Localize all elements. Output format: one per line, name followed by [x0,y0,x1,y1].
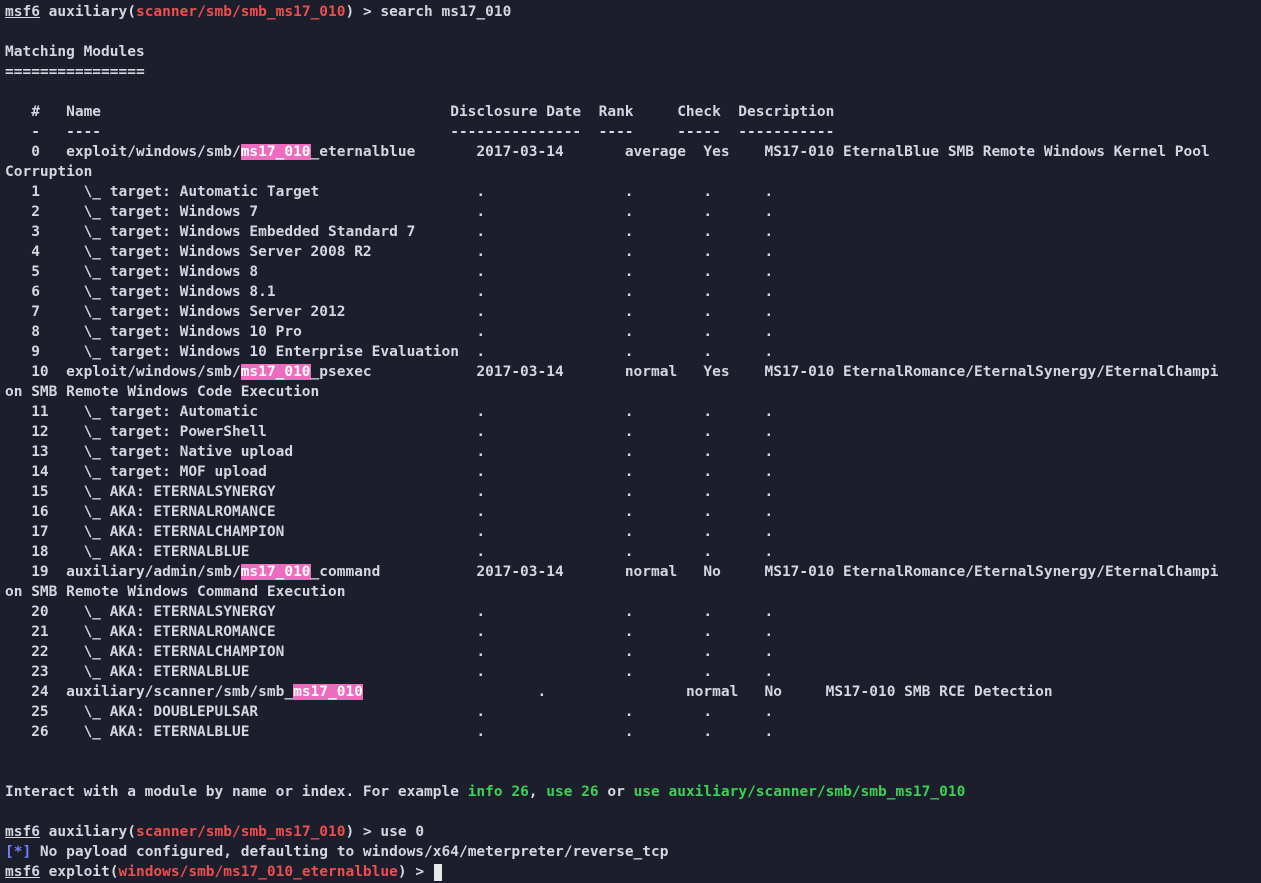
prompt-suffix: ) > [345,824,381,840]
table-row: 24 auxiliary/scanner/smb/smb_ms17_010 . … [5,682,1053,702]
info-text: No payload configured, defaulting to win… [31,844,669,860]
prompt-msf: msf6 [5,864,40,880]
table-row: 20 \_ AKA: ETERNALSYNERGY . . . . [5,604,774,620]
info-tag: [*] [5,844,32,860]
section-title: Matching Modules [5,44,145,60]
row-text-after: _eternalblue 2017-03-14 average Yes MS17… [310,144,1210,160]
hint-sep: , [528,784,547,800]
prompt-line-use: msf6 auxiliary(scanner/smb/smb_ms17_010)… [5,822,424,842]
table-row: 3 \_ target: Windows Embedded Standard 7… [5,224,774,240]
hint-or: or [598,784,634,800]
table-row: Corruption [5,164,93,180]
table-row: 23 \_ AKA: ETERNALBLUE . . . . [5,664,774,680]
prompt-module-path: windows/smb/ms17_010_eternalblue [118,864,398,880]
table-row: 11 \_ target: Automatic . . . . [5,404,774,420]
table-row: 21 \_ AKA: ETERNALROMANCE . . . . [5,624,774,640]
prompt-command: use 0 [380,824,425,840]
prompt-module-path: scanner/smb/smb_ms17_010 [135,4,346,20]
terminal-window[interactable]: msf6 auxiliary(scanner/smb/smb_ms17_010)… [0,0,1261,883]
prompt-suffix: ) > [397,864,433,880]
table-row: 16 \_ AKA: ETERNALROMANCE . . . . [5,504,774,520]
table-row: 14 \_ target: MOF upload . . . . [5,464,774,480]
table-row: 6 \_ target: Windows 8.1 . . . . [5,284,774,300]
prompt-line-current[interactable]: msf6 exploit(windows/smb/ms17_010_eterna… [5,862,442,882]
section-rule: ================ [5,64,145,80]
table-header-underline: - ---- --------------- ---- ----- ------… [5,124,835,140]
table-row: 1 \_ target: Automatic Target . . . . [5,184,774,200]
row-text-after: _command 2017-03-14 normal No MS17-010 E… [310,564,1219,580]
table-row: 7 \_ target: Windows Server 2012 . . . . [5,304,774,320]
table-row: 9 \_ target: Windows 10 Enterprise Evalu… [5,344,774,360]
table-row: 12 \_ target: PowerShell . . . . [5,424,774,440]
example-use-module: use auxiliary/scanner/smb/smb_ms17_010 [633,784,966,800]
prompt-module-type: exploit( [48,864,119,880]
table-row: 26 \_ AKA: ETERNALBLUE . . . . [5,724,774,740]
row-text-before: 24 auxiliary/scanner/smb/smb_ [5,684,294,700]
prompt-module-path: scanner/smb/smb_ms17_010 [135,824,346,840]
table-row: 17 \_ AKA: ETERNALCHAMPION . . . . [5,524,774,540]
example-info-26: info 26 [467,784,529,800]
table-row: 13 \_ target: Native upload . . . . [5,444,774,460]
info-message: [*] No payload configured, defaulting to… [5,842,668,862]
table-row: 2 \_ target: Windows 7 . . . . [5,204,774,220]
interact-hint: Interact with a module by name or index.… [5,782,965,802]
table-row: 4 \_ target: Windows Server 2008 R2 . . … [5,244,774,260]
prompt-module-type: auxiliary( [48,824,136,840]
row-text-before: 0 exploit/windows/smb/ [5,144,241,160]
table-row: 22 \_ AKA: ETERNALCHAMPION . . . . [5,644,774,660]
table-row: 8 \_ target: Windows 10 Pro . . . . [5,324,774,340]
table-row: 0 exploit/windows/smb/ms17_010_eternalbl… [5,142,1210,162]
table-row: 18 \_ AKA: ETERNALBLUE . . . . [5,544,774,560]
prompt-msf: msf6 [5,4,40,20]
row-text-before: 19 auxiliary/admin/smb/ [5,564,241,580]
table-row: 10 exploit/windows/smb/ms17_010_psexec 2… [5,362,1218,382]
row-text-after: _psexec 2017-03-14 normal Yes MS17-010 E… [310,364,1219,380]
search-match-highlight: ms17_010 [240,564,311,580]
table-row: 15 \_ AKA: ETERNALSYNERGY . . . . [5,484,774,500]
table-header: # Name Disclosure Date Rank Check Descri… [5,104,835,120]
prompt-msf: msf6 [5,824,40,840]
text-cursor[interactable] [433,863,442,881]
table-row: 25 \_ AKA: DOUBLEPULSAR . . . . [5,704,774,720]
table-row: 5 \_ target: Windows 8 . . . . [5,264,774,280]
prompt-line-search: msf6 auxiliary(scanner/smb/smb_ms17_010)… [5,2,511,22]
example-use-26: use 26 [546,784,599,800]
row-text-after: . normal No MS17-010 SMB RCE Detection [362,684,1053,700]
table-row: 19 auxiliary/admin/smb/ms17_010_command … [5,562,1218,582]
table-row: on SMB Remote Windows Command Execution [5,584,346,600]
prompt-command: search ms17_010 [380,4,512,20]
table-row: on SMB Remote Windows Code Execution [5,384,320,400]
prompt-module-type: auxiliary( [48,4,136,20]
prompt-suffix: ) > [345,4,381,20]
search-match-highlight: ms17_010 [293,684,363,700]
row-text-before: 10 exploit/windows/smb/ [5,364,241,380]
search-match-highlight: ms17_010 [240,144,311,160]
search-match-highlight: ms17_010 [240,364,311,380]
hint-text: Interact with a module by name or index.… [5,784,468,800]
